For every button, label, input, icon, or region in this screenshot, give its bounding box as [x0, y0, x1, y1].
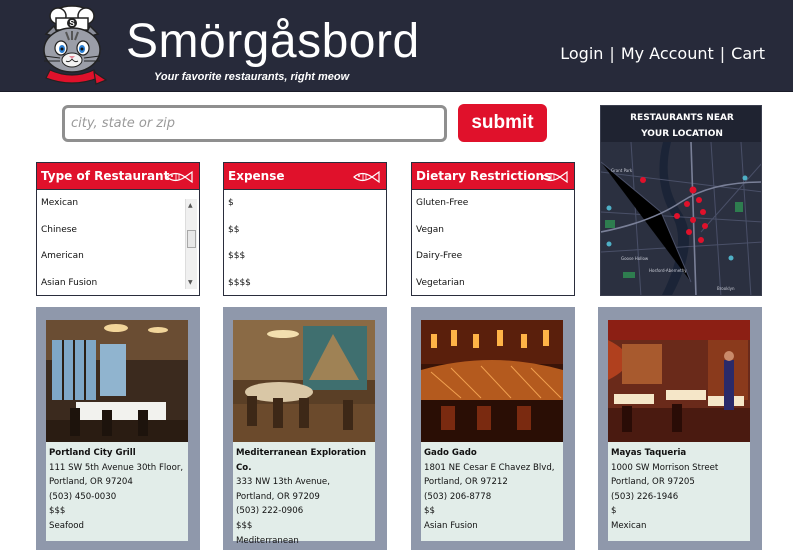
fish-icon — [541, 170, 568, 184]
restaurant-details: Mediterranean Exploration Co. 333 NW 13t… — [233, 442, 375, 546]
restaurant-cuisine: Asian Fusion — [424, 520, 478, 531]
restaurant-price: $ — [611, 506, 617, 517]
restaurant-price: $$$ — [236, 520, 253, 531]
filter-title: Type of Restaurant — [41, 169, 170, 183]
restaurant-card[interactable]: Mediterranean Exploration Co. 333 NW 13t… — [223, 307, 387, 550]
restaurant-cuisine: Mediterranean — [236, 535, 299, 546]
filter-option-chinese[interactable]: Chinese — [41, 217, 199, 244]
filter-option-dairy-free[interactable]: Dairy-Free — [416, 243, 574, 270]
filter-option-asian-fusion[interactable]: Asian Fusion — [41, 270, 199, 297]
restaurant-details: Mayas Taqueria 1000 SW Morrison Street P… — [608, 442, 750, 541]
scrollbar-thumb[interactable] — [187, 230, 196, 248]
svg-text:Brooklyn: Brooklyn — [717, 286, 735, 291]
expense-filter: Expense $ $$ $$$ $$$$ — [223, 162, 387, 296]
filter-option-price-1[interactable]: $ — [228, 190, 386, 217]
map-graphic[interactable]: Grant Park Hosford-Abernethy Brooklyn Goos… — [601, 142, 762, 296]
filter-option-mexican[interactable]: Mexican — [41, 190, 199, 217]
filter-option-price-4[interactable]: $$$$ — [228, 270, 386, 297]
restaurant-photo[interactable] — [46, 320, 188, 442]
restaurant-phone: (503) 206-8778 — [424, 491, 492, 502]
login-link[interactable]: Login — [560, 44, 603, 63]
fish-icon — [166, 170, 193, 184]
svg-text:Goose Hollow: Goose Hollow — [621, 256, 649, 261]
svg-text:Grant Park: Grant Park — [611, 168, 633, 173]
filter-option-american[interactable]: American — [41, 243, 199, 270]
filter-scrollbar[interactable]: ▲ ▼ — [185, 199, 197, 289]
svg-text:Hosford-Abernethy: Hosford-Abernethy — [649, 268, 687, 273]
filter-options: Gluten-Free Vegan Dairy-Free Vegetarian — [412, 190, 574, 296]
fish-icon — [353, 170, 380, 184]
nav-separator: | — [609, 44, 615, 63]
restaurant-price: $$$ — [49, 506, 66, 517]
restaurant-type-filter: Type of Restaurant Mexican Chinese Ameri… — [36, 162, 200, 296]
top-navigation: Login | My Account | Cart — [560, 44, 765, 63]
map-title: RESTAURANTS NEAR YOUR LOCATION — [630, 113, 734, 139]
filter-header: Dietary Restrictions — [412, 163, 574, 190]
chef-cat-logo-icon[interactable]: S — [36, 4, 108, 88]
restaurant-card[interactable]: Mayas Taqueria 1000 SW Morrison Street P… — [598, 307, 762, 550]
restaurant-name[interactable]: Gado Gado — [424, 446, 560, 461]
restaurant-address-line1: 333 NW 13th Avenue, — [236, 477, 330, 488]
cart-link[interactable]: Cart — [731, 44, 765, 63]
site-header: S Smörgåsbord Your favorite restaurants,… — [0, 0, 793, 92]
restaurant-card[interactable]: Gado Gado 1801 NE Cesar E Chavez Blvd, P… — [411, 307, 575, 550]
filter-option-vegan[interactable]: Vegan — [416, 217, 574, 244]
filter-title: Expense — [228, 169, 285, 183]
restaurant-cuisine: Mexican — [611, 520, 647, 531]
restaurant-photo[interactable] — [233, 320, 375, 442]
filter-header: Type of Restaurant — [37, 163, 199, 190]
restaurant-address-line1: 1801 NE Cesar E Chavez Blvd, — [424, 462, 555, 473]
restaurant-address-line2: Portland, OR 97209 — [236, 491, 320, 502]
brand-name[interactable]: Smörgåsbord — [126, 14, 420, 69]
filter-options: $ $$ $$$ $$$$ — [224, 190, 386, 296]
filter-option-vegetarian[interactable]: Vegetarian — [416, 270, 574, 297]
my-account-link[interactable]: My Account — [621, 44, 714, 63]
scroll-up-arrow-icon[interactable]: ▲ — [188, 202, 193, 209]
restaurant-name[interactable]: Mayas Taqueria — [611, 446, 747, 461]
restaurant-phone: (503) 450-0030 — [49, 491, 117, 502]
restaurant-address-line2: Portland, OR 97204 — [49, 477, 133, 488]
restaurant-address-line1: 1000 SW Morrison Street — [611, 462, 719, 473]
restaurant-photo[interactable] — [608, 320, 750, 442]
restaurant-phone: (503) 222-0906 — [236, 506, 304, 517]
nearby-restaurants-map[interactable]: RESTAURANTS NEAR YOUR LOCATION Grant Par… — [600, 105, 762, 296]
svg-text:S: S — [69, 19, 75, 28]
restaurant-name[interactable]: Portland City Grill — [49, 446, 185, 461]
restaurant-photo[interactable] — [421, 320, 563, 442]
restaurant-cuisine: Seafood — [49, 520, 85, 531]
brand-tagline: Your favorite restaurants, right meow — [154, 71, 350, 83]
scroll-down-arrow-icon[interactable]: ▼ — [188, 279, 193, 286]
filter-title: Dietary Restrictions — [416, 169, 552, 183]
restaurant-price: $$ — [424, 506, 435, 517]
restaurant-address-line1: 111 SW 5th Avenue 30th Floor, — [49, 462, 184, 473]
filter-option-gluten-free[interactable]: Gluten-Free — [416, 190, 574, 217]
restaurant-card[interactable]: Portland City Grill 111 SW 5th Avenue 30… — [36, 307, 200, 550]
filter-option-price-2[interactable]: $$ — [228, 217, 386, 244]
nav-separator: | — [719, 44, 726, 63]
restaurant-details: Gado Gado 1801 NE Cesar E Chavez Blvd, P… — [421, 442, 563, 541]
restaurant-phone: (503) 226-1946 — [611, 491, 679, 502]
filter-header: Expense — [224, 163, 386, 190]
restaurant-details: Portland City Grill 111 SW 5th Avenue 30… — [46, 442, 188, 541]
submit-button[interactable]: submit — [458, 104, 547, 142]
filter-option-price-3[interactable]: $$$ — [228, 243, 386, 270]
restaurant-address-line2: Portland, OR 97212 — [424, 477, 508, 488]
dietary-restrictions-filter: Dietary Restrictions Gluten-Free Vegan D… — [411, 162, 575, 296]
location-search-input[interactable] — [62, 105, 447, 142]
filter-options: Mexican Chinese American Asian Fusion — [37, 190, 199, 296]
restaurant-name[interactable]: Mediterranean Exploration Co. — [236, 446, 372, 475]
restaurant-address-line2: Portland, OR 97205 — [611, 477, 695, 488]
